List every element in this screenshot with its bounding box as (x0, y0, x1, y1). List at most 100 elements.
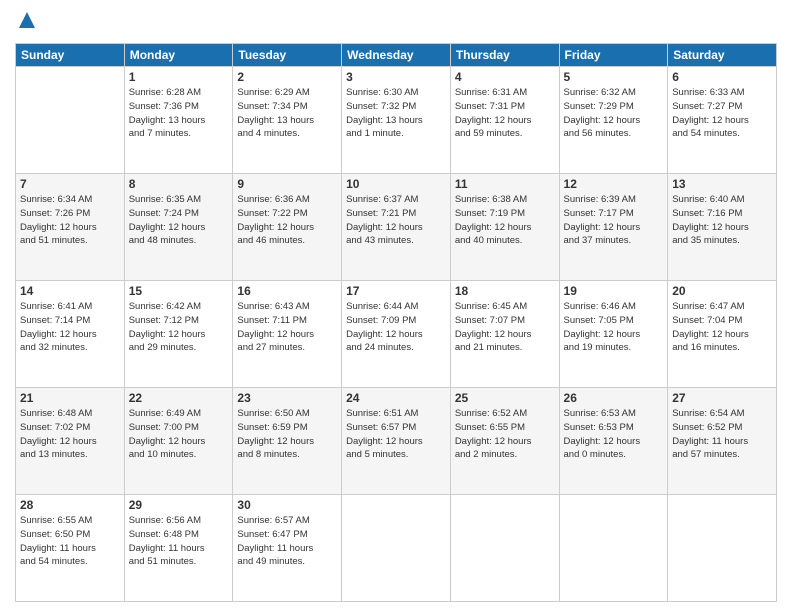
calendar-table: SundayMondayTuesdayWednesdayThursdayFrid… (15, 43, 777, 602)
day-number: 1 (129, 70, 229, 84)
day-info: Sunrise: 6:54 AM Sunset: 6:52 PM Dayligh… (672, 407, 772, 462)
calendar-cell: 20 Sunrise: 6:47 AM Sunset: 7:04 PM Dayli… (668, 281, 777, 388)
page: SundayMondayTuesdayWednesdayThursdayFrid… (0, 0, 792, 612)
calendar-cell: 11Sunrise: 6:38 AM Sunset: 7:19 PM Dayli… (450, 174, 559, 281)
header (15, 10, 777, 35)
calendar-cell: 30Sunrise: 6:57 AM Sunset: 6:47 PM Dayli… (233, 495, 342, 602)
calendar-cell: 22 Sunrise: 6:49 AM Sunset: 7:00 PM Dayli… (124, 388, 233, 495)
day-info: Sunrise: 6:34 AM Sunset: 7:26 PM Dayligh… (20, 193, 120, 248)
day-info: Sunrise: 6:37 AM Sunset: 7:21 PM Dayligh… (346, 193, 446, 248)
day-info: Sunrise: 6:30 AM Sunset: 7:32 PM Dayligh… (346, 86, 446, 141)
calendar-cell: 29Sunrise: 6:56 AM Sunset: 6:48 PM Dayli… (124, 495, 233, 602)
column-header-tuesday: Tuesday (233, 44, 342, 67)
day-number: 12 (564, 177, 664, 191)
day-info: Sunrise: 6:51 AM Sunset: 6:57 PM Dayligh… (346, 407, 446, 462)
logo-icon (17, 10, 37, 30)
calendar-cell: 19 Sunrise: 6:46 AM Sunset: 7:05 PM Dayli… (559, 281, 668, 388)
column-header-friday: Friday (559, 44, 668, 67)
day-info: Sunrise: 6:44 AM Sunset: 7:09 PM Dayligh… (346, 300, 446, 355)
day-number: 7 (20, 177, 120, 191)
day-number: 3 (346, 70, 446, 84)
day-number: 14 (20, 284, 120, 298)
calendar-cell: 23 Sunrise: 6:50 AM Sunset: 6:59 PM Dayli… (233, 388, 342, 495)
day-number: 27 (672, 391, 772, 405)
calendar-cell (450, 495, 559, 602)
calendar-cell: 7 Sunrise: 6:34 AM Sunset: 7:26 PM Daylig… (16, 174, 125, 281)
day-info: Sunrise: 6:43 AM Sunset: 7:11 PM Dayligh… (237, 300, 337, 355)
logo (15, 10, 37, 35)
day-number: 28 (20, 498, 120, 512)
day-number: 26 (564, 391, 664, 405)
calendar-cell: 10 Sunrise: 6:37 AM Sunset: 7:21 PM Dayli… (342, 174, 451, 281)
day-info: Sunrise: 6:55 AM Sunset: 6:50 PM Dayligh… (20, 514, 120, 569)
day-number: 8 (129, 177, 229, 191)
calendar-cell: 2 Sunrise: 6:29 AM Sunset: 7:34 PM Daylig… (233, 67, 342, 174)
calendar-cell: 17 Sunrise: 6:44 AM Sunset: 7:09 PM Dayli… (342, 281, 451, 388)
day-info: Sunrise: 6:36 AM Sunset: 7:22 PM Dayligh… (237, 193, 337, 248)
calendar-week-1: 1 Sunrise: 6:28 AM Sunset: 7:36 PM Daylig… (16, 67, 777, 174)
day-info: Sunrise: 6:41 AM Sunset: 7:14 PM Dayligh… (20, 300, 120, 355)
day-number: 23 (237, 391, 337, 405)
day-number: 20 (672, 284, 772, 298)
calendar-cell: 28 Sunrise: 6:55 AM Sunset: 6:50 PM Dayli… (16, 495, 125, 602)
column-header-monday: Monday (124, 44, 233, 67)
day-info: Sunrise: 6:53 AM Sunset: 6:53 PM Dayligh… (564, 407, 664, 462)
calendar-cell: 5Sunrise: 6:32 AM Sunset: 7:29 PM Daylig… (559, 67, 668, 174)
day-number: 5 (564, 70, 664, 84)
day-number: 15 (129, 284, 229, 298)
day-info: Sunrise: 6:40 AM Sunset: 7:16 PM Dayligh… (672, 193, 772, 248)
calendar-week-4: 21 Sunrise: 6:48 AM Sunset: 7:02 PM Dayli… (16, 388, 777, 495)
calendar-body: 1 Sunrise: 6:28 AM Sunset: 7:36 PM Daylig… (16, 67, 777, 602)
day-info: Sunrise: 6:28 AM Sunset: 7:36 PM Dayligh… (129, 86, 229, 141)
day-number: 16 (237, 284, 337, 298)
calendar-cell: 21 Sunrise: 6:48 AM Sunset: 7:02 PM Dayli… (16, 388, 125, 495)
day-info: Sunrise: 6:50 AM Sunset: 6:59 PM Dayligh… (237, 407, 337, 462)
day-info: Sunrise: 6:29 AM Sunset: 7:34 PM Dayligh… (237, 86, 337, 141)
day-info: Sunrise: 6:46 AM Sunset: 7:05 PM Dayligh… (564, 300, 664, 355)
day-number: 2 (237, 70, 337, 84)
day-info: Sunrise: 6:45 AM Sunset: 7:07 PM Dayligh… (455, 300, 555, 355)
column-header-wednesday: Wednesday (342, 44, 451, 67)
calendar-cell: 8 Sunrise: 6:35 AM Sunset: 7:24 PM Daylig… (124, 174, 233, 281)
day-number: 10 (346, 177, 446, 191)
calendar-cell: 9Sunrise: 6:36 AM Sunset: 7:22 PM Daylig… (233, 174, 342, 281)
column-header-saturday: Saturday (668, 44, 777, 67)
calendar-cell (342, 495, 451, 602)
calendar-week-2: 7 Sunrise: 6:34 AM Sunset: 7:26 PM Daylig… (16, 174, 777, 281)
column-header-thursday: Thursday (450, 44, 559, 67)
day-number: 22 (129, 391, 229, 405)
day-info: Sunrise: 6:38 AM Sunset: 7:19 PM Dayligh… (455, 193, 555, 248)
calendar-cell: 4 Sunrise: 6:31 AM Sunset: 7:31 PM Daylig… (450, 67, 559, 174)
day-number: 21 (20, 391, 120, 405)
calendar-cell: 1 Sunrise: 6:28 AM Sunset: 7:36 PM Daylig… (124, 67, 233, 174)
day-number: 6 (672, 70, 772, 84)
day-info: Sunrise: 6:52 AM Sunset: 6:55 PM Dayligh… (455, 407, 555, 462)
calendar-cell: 3 Sunrise: 6:30 AM Sunset: 7:32 PM Daylig… (342, 67, 451, 174)
calendar-cell: 15 Sunrise: 6:42 AM Sunset: 7:12 PM Dayli… (124, 281, 233, 388)
calendar-cell: 24 Sunrise: 6:51 AM Sunset: 6:57 PM Dayli… (342, 388, 451, 495)
calendar-week-3: 14 Sunrise: 6:41 AM Sunset: 7:14 PM Dayli… (16, 281, 777, 388)
column-header-sunday: Sunday (16, 44, 125, 67)
day-number: 17 (346, 284, 446, 298)
day-info: Sunrise: 6:48 AM Sunset: 7:02 PM Dayligh… (20, 407, 120, 462)
day-number: 4 (455, 70, 555, 84)
day-number: 13 (672, 177, 772, 191)
calendar-cell (559, 495, 668, 602)
calendar-cell: 27 Sunrise: 6:54 AM Sunset: 6:52 PM Dayli… (668, 388, 777, 495)
day-info: Sunrise: 6:57 AM Sunset: 6:47 PM Dayligh… (237, 514, 337, 569)
day-number: 19 (564, 284, 664, 298)
calendar-cell: 16 Sunrise: 6:43 AM Sunset: 7:11 PM Dayli… (233, 281, 342, 388)
day-info: Sunrise: 6:47 AM Sunset: 7:04 PM Dayligh… (672, 300, 772, 355)
day-info: Sunrise: 6:35 AM Sunset: 7:24 PM Dayligh… (129, 193, 229, 248)
calendar-cell: 6 Sunrise: 6:33 AM Sunset: 7:27 PM Daylig… (668, 67, 777, 174)
day-info: Sunrise: 6:49 AM Sunset: 7:00 PM Dayligh… (129, 407, 229, 462)
calendar-cell: 12Sunrise: 6:39 AM Sunset: 7:17 PM Dayli… (559, 174, 668, 281)
day-info: Sunrise: 6:33 AM Sunset: 7:27 PM Dayligh… (672, 86, 772, 141)
day-info: Sunrise: 6:31 AM Sunset: 7:31 PM Dayligh… (455, 86, 555, 141)
calendar-cell (16, 67, 125, 174)
calendar-header-row: SundayMondayTuesdayWednesdayThursdayFrid… (16, 44, 777, 67)
day-number: 18 (455, 284, 555, 298)
day-number: 24 (346, 391, 446, 405)
day-number: 25 (455, 391, 555, 405)
day-info: Sunrise: 6:42 AM Sunset: 7:12 PM Dayligh… (129, 300, 229, 355)
